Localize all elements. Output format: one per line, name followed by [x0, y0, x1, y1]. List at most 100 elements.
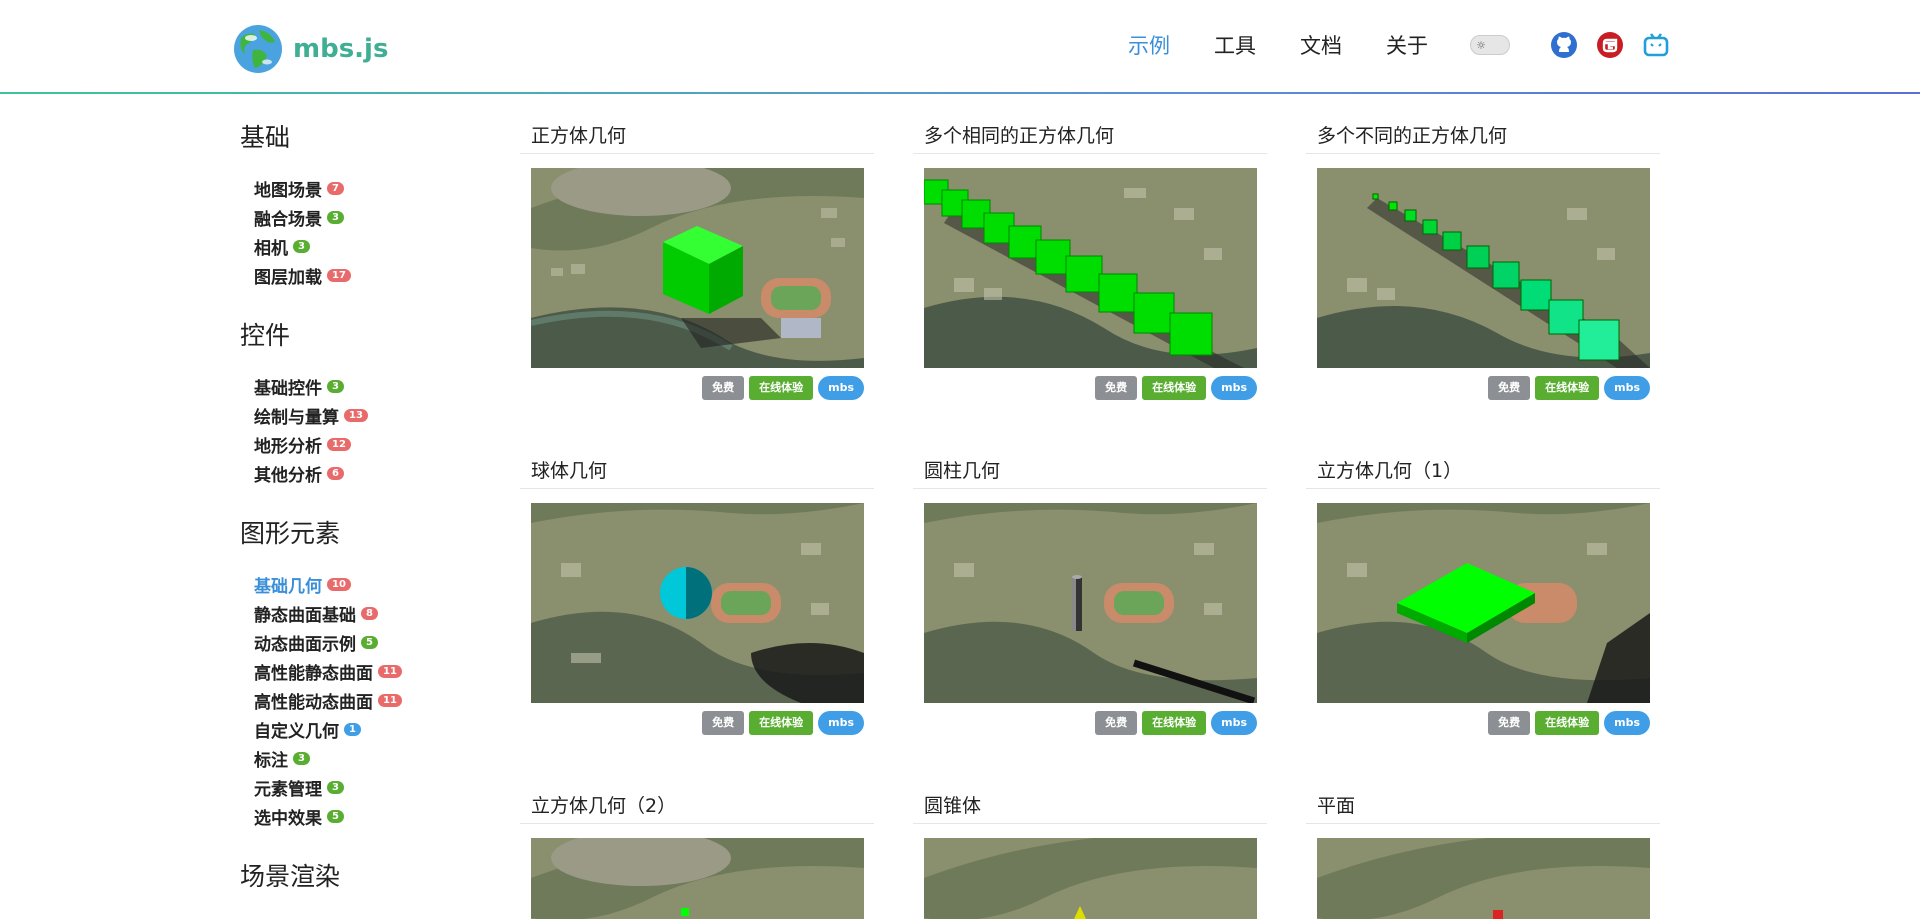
- item-label: 其他分析: [254, 466, 322, 486]
- example-card[interactable]: 立方体几何（1） 免费 在线体验 mbs: [1306, 453, 1660, 735]
- online-demo-tag[interactable]: 在线体验: [1142, 711, 1207, 735]
- aerial-map-image: [531, 838, 864, 919]
- aerial-map-image: [531, 503, 864, 703]
- card-tags: 免费 在线体验 mbs: [1090, 711, 1257, 735]
- count-badge: 3: [327, 380, 344, 393]
- sidebar-item-custom-geometry[interactable]: 自定义几何 1: [254, 715, 460, 744]
- card-title: 多个相同的正方体几何: [913, 118, 1267, 154]
- section-title: 图形元素: [240, 519, 341, 548]
- category-list: 地图场景 7 融合场景 3 相机 3 图层加载 17: [240, 174, 460, 290]
- count-badge: 6: [327, 467, 344, 480]
- mbs-tag: mbs: [1604, 376, 1650, 400]
- github-icon[interactable]: [1550, 31, 1578, 59]
- sidebar-item-terrain-analysis[interactable]: 地形分析 12: [254, 430, 460, 459]
- card-thumbnail[interactable]: [531, 503, 864, 703]
- count-badge: 12: [327, 438, 351, 451]
- free-tag: 免费: [1095, 711, 1138, 735]
- sidebar-section-basic: 基础 地图场景 7 融合场景 3 相机 3 图层加载 17: [240, 118, 460, 290]
- free-tag: 免费: [702, 376, 745, 400]
- card-tags: 免费 在线体验 mbs: [1483, 376, 1650, 400]
- example-card[interactable]: 球体几何 免费 在线体验 mbs: [520, 453, 874, 735]
- sidebar-item-dynamic-surface[interactable]: 动态曲面示例 5: [254, 628, 460, 657]
- example-card[interactable]: 多个不同的正方体几何 免费 在线体验 mbs: [1306, 118, 1660, 400]
- free-tag: 免费: [1095, 376, 1138, 400]
- sidebar-item-fusion-scene[interactable]: 融合场景 3: [254, 203, 460, 232]
- online-demo-tag[interactable]: 在线体验: [749, 711, 814, 735]
- sidebar-item-camera[interactable]: 相机 3: [254, 232, 460, 261]
- item-label: 融合场景: [254, 210, 322, 230]
- online-demo-tag[interactable]: 在线体验: [1142, 376, 1207, 400]
- card-thumbnail[interactable]: [1317, 503, 1650, 703]
- count-badge: 11: [378, 665, 402, 678]
- example-card[interactable]: 立方体几何（2）: [520, 788, 874, 919]
- example-card[interactable]: 圆柱几何 免费 在线体验 mbs: [913, 453, 1267, 735]
- theme-toggle[interactable]: ☼: [1470, 35, 1510, 55]
- item-label: 静态曲面基础: [254, 606, 356, 626]
- count-badge: 5: [327, 810, 344, 823]
- nav-examples[interactable]: 示例: [1128, 30, 1170, 60]
- example-card[interactable]: 平面: [1306, 788, 1660, 919]
- count-badge: 3: [327, 211, 344, 224]
- count-badge: 3: [327, 781, 344, 794]
- item-label: 基础控件: [254, 379, 322, 399]
- online-demo-tag[interactable]: 在线体验: [1535, 376, 1600, 400]
- card-title: 立方体几何（2）: [520, 788, 874, 824]
- sidebar-item-hp-static-surface[interactable]: 高性能静态曲面 11: [254, 657, 460, 686]
- social-links: [1550, 31, 1688, 59]
- sidebar-item-basic-controls[interactable]: 基础控件 3: [254, 372, 460, 401]
- card-thumbnail[interactable]: [1317, 168, 1650, 368]
- sidebar-item-annotation[interactable]: 标注 3: [254, 744, 460, 773]
- free-tag: 免费: [1488, 376, 1531, 400]
- online-demo-tag[interactable]: 在线体验: [749, 376, 814, 400]
- sidebar-item-static-surface[interactable]: 静态曲面基础 8: [254, 599, 460, 628]
- aerial-map-image: [531, 168, 864, 368]
- bilibili-icon[interactable]: [1642, 31, 1670, 59]
- sidebar-section-controls: 控件 基础控件 3 绘制与量算 13 地形分析 12 其他分析 6: [240, 316, 460, 488]
- online-demo-tag[interactable]: 在线体验: [1535, 711, 1600, 735]
- card-thumbnail[interactable]: [531, 838, 864, 919]
- card-thumbnail[interactable]: [924, 168, 1257, 368]
- count-badge: 3: [293, 240, 310, 253]
- sun-icon: ☼: [1476, 38, 1486, 52]
- item-label: 元素管理: [254, 780, 322, 800]
- top-nav: 示例 工具 文档 关于 ☼: [1128, 30, 1688, 60]
- category-list: 基础几何 10 静态曲面基础 8 动态曲面示例 5 高性能静态曲面 11 高性能动态曲面…: [240, 570, 460, 831]
- card-thumbnail[interactable]: [924, 503, 1257, 703]
- aerial-map-image: [924, 838, 1257, 919]
- card-tags: 免费 在线体验 mbs: [1483, 711, 1650, 735]
- nav-docs[interactable]: 文档: [1300, 30, 1342, 60]
- card-title: 正方体几何: [520, 118, 874, 154]
- example-card[interactable]: 圆锥体: [913, 788, 1267, 919]
- item-label: 自定义几何: [254, 722, 339, 742]
- card-thumbnail[interactable]: [531, 168, 864, 368]
- nav-tools[interactable]: 工具: [1214, 30, 1256, 60]
- section-title: 控件: [240, 321, 291, 350]
- header-divider: [0, 92, 1920, 94]
- sidebar-item-other-analysis[interactable]: 其他分析 6: [254, 459, 460, 488]
- example-card[interactable]: 多个相同的正方体几何 免费 在线体验 mbs: [913, 118, 1267, 400]
- sidebar-item-basic-geometry[interactable]: 基础几何 10: [254, 570, 460, 599]
- item-label: 地图场景: [254, 181, 322, 201]
- card-thumbnail[interactable]: [1317, 838, 1650, 919]
- card-tags: 免费 在线体验 mbs: [1090, 376, 1257, 400]
- sidebar-item-selection-effect[interactable]: 选中效果 5: [254, 802, 460, 831]
- card-thumbnail[interactable]: [924, 838, 1257, 919]
- logo[interactable]: mbs.js: [233, 24, 388, 74]
- logo-text: mbs.js: [293, 34, 389, 64]
- gitee-icon[interactable]: [1596, 31, 1624, 59]
- mbs-tag: mbs: [818, 376, 864, 400]
- sidebar-item-layer-loading[interactable]: 图层加载 17: [254, 261, 460, 290]
- example-card[interactable]: 正方体几何 免费 在线体验 mbs: [520, 118, 874, 400]
- count-badge: 8: [361, 607, 378, 620]
- sidebar-item-draw-measure[interactable]: 绘制与量算 13: [254, 401, 460, 430]
- card-title: 圆柱几何: [913, 453, 1267, 489]
- mbs-tag: mbs: [1604, 711, 1650, 735]
- item-label: 动态曲面示例: [254, 635, 356, 655]
- card-title: 平面: [1306, 788, 1660, 824]
- sidebar-item-element-management[interactable]: 元素管理 3: [254, 773, 460, 802]
- item-label: 高性能静态曲面: [254, 664, 373, 684]
- item-label: 地形分析: [254, 437, 322, 457]
- sidebar-item-hp-dynamic-surface[interactable]: 高性能动态曲面 11: [254, 686, 460, 715]
- sidebar-item-map-scene[interactable]: 地图场景 7: [254, 174, 460, 203]
- nav-about[interactable]: 关于: [1386, 30, 1428, 60]
